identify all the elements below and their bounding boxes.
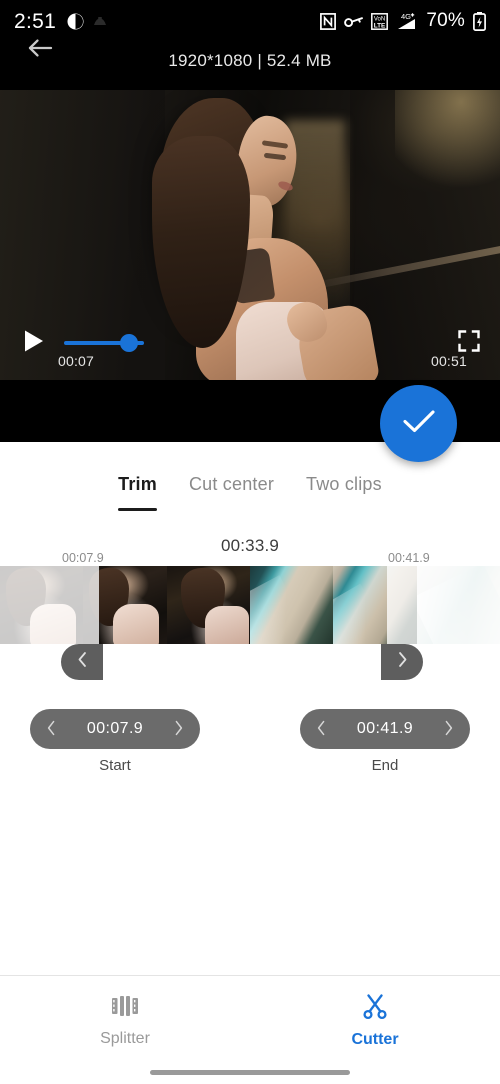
end-increment-button[interactable] — [443, 720, 454, 739]
notification-icon — [93, 16, 107, 27]
start-stepper-label: Start — [99, 757, 131, 774]
trim-handle-right[interactable] — [381, 644, 423, 680]
nav-item-splitter[interactable]: Splitter — [0, 976, 250, 1060]
tab-cut-center-label: Cut center — [188, 474, 275, 494]
filmstrip-thumb[interactable] — [0, 566, 84, 644]
gesture-home-indicator[interactable] — [150, 1070, 350, 1075]
filmstrip-thumb[interactable] — [249, 566, 334, 644]
filmstrip-thumb[interactable] — [83, 566, 167, 644]
end-stepper-label: End — [371, 757, 399, 774]
play-icon — [23, 329, 45, 358]
timeline-end-marker: 00:41.9 — [388, 551, 430, 565]
signal-4g-plus-icon: 4G — [396, 12, 418, 30]
video-cutter-screen: 2:51 VoN LTE 4G 70% 1920*1080 | 52.4 MB … — [0, 0, 500, 1084]
volte-icon: VoN LTE — [371, 12, 389, 30]
start-time-value: 00:07.9 — [86, 720, 144, 737]
tab-cut-center[interactable]: Cut center — [173, 470, 290, 495]
nfc-icon — [320, 12, 337, 30]
filmstrip-thumb[interactable] — [333, 566, 417, 644]
check-icon — [401, 407, 437, 440]
start-increment-button[interactable] — [173, 720, 184, 739]
chevron-left-icon — [76, 651, 89, 673]
app-badge-icon — [67, 13, 84, 30]
end-time-stepper[interactable]: 00:41.9 — [300, 709, 470, 749]
end-decrement-button[interactable] — [316, 720, 327, 739]
back-arrow-icon — [27, 37, 53, 64]
nav-item-splitter-label: Splitter — [100, 1029, 150, 1047]
confirm-button[interactable] — [380, 385, 457, 462]
timeline-start-marker: 00:07.9 — [62, 551, 104, 565]
tab-trim[interactable]: Trim — [102, 470, 173, 511]
battery-percent-label: 70% — [426, 10, 465, 31]
bottom-navigation: Splitter Cutter — [0, 975, 500, 1060]
fullscreen-button[interactable] — [454, 328, 484, 358]
status-bar-system-icons: VoN LTE 4G 70% — [320, 10, 486, 32]
start-decrement-button[interactable] — [46, 720, 57, 739]
svg-text:LTE: LTE — [374, 22, 386, 29]
mode-tabs: Trim Cut center Two clips — [0, 470, 500, 520]
status-bar: 2:51 VoN LTE 4G 70% — [0, 0, 500, 42]
page-title: 1920*1080 | 52.4 MB — [168, 51, 332, 70]
player-controls: 00:07 00:51 — [0, 320, 500, 380]
filmstrip[interactable] — [0, 566, 500, 644]
play-button[interactable] — [18, 327, 50, 359]
film-splitter-icon — [111, 993, 139, 1024]
trim-handle-left[interactable] — [61, 644, 103, 680]
filmstrip-thumb[interactable] — [416, 566, 500, 644]
current-time-label: 00:07 — [58, 353, 95, 369]
header-bar: 1920*1080 | 52.4 MB — [0, 42, 500, 90]
nav-item-cutter[interactable]: Cutter — [250, 976, 500, 1060]
nav-item-cutter-label: Cutter — [351, 1030, 399, 1048]
seek-slider[interactable] — [64, 334, 144, 352]
seek-thumb[interactable] — [120, 334, 138, 352]
tab-two-clips-label: Two clips — [306, 474, 382, 494]
status-bar-clock: 2:51 — [14, 9, 57, 33]
chevron-right-icon — [396, 651, 409, 673]
tab-two-clips[interactable]: Two clips — [290, 470, 398, 495]
video-preview[interactable]: 00:07 00:51 — [0, 90, 500, 380]
status-bar-notifications — [67, 13, 107, 30]
scissors-icon — [361, 992, 389, 1025]
filmstrip-thumb[interactable] — [166, 566, 250, 644]
fullscreen-icon — [458, 329, 480, 357]
tab-trim-label: Trim — [118, 474, 157, 494]
svg-text:4G: 4G — [401, 12, 411, 21]
vpn-key-icon — [344, 15, 364, 28]
battery-charging-icon — [473, 11, 486, 31]
end-time-value: 00:41.9 — [356, 720, 414, 737]
start-time-stepper[interactable]: 00:07.9 — [30, 709, 200, 749]
back-button[interactable] — [20, 30, 60, 70]
